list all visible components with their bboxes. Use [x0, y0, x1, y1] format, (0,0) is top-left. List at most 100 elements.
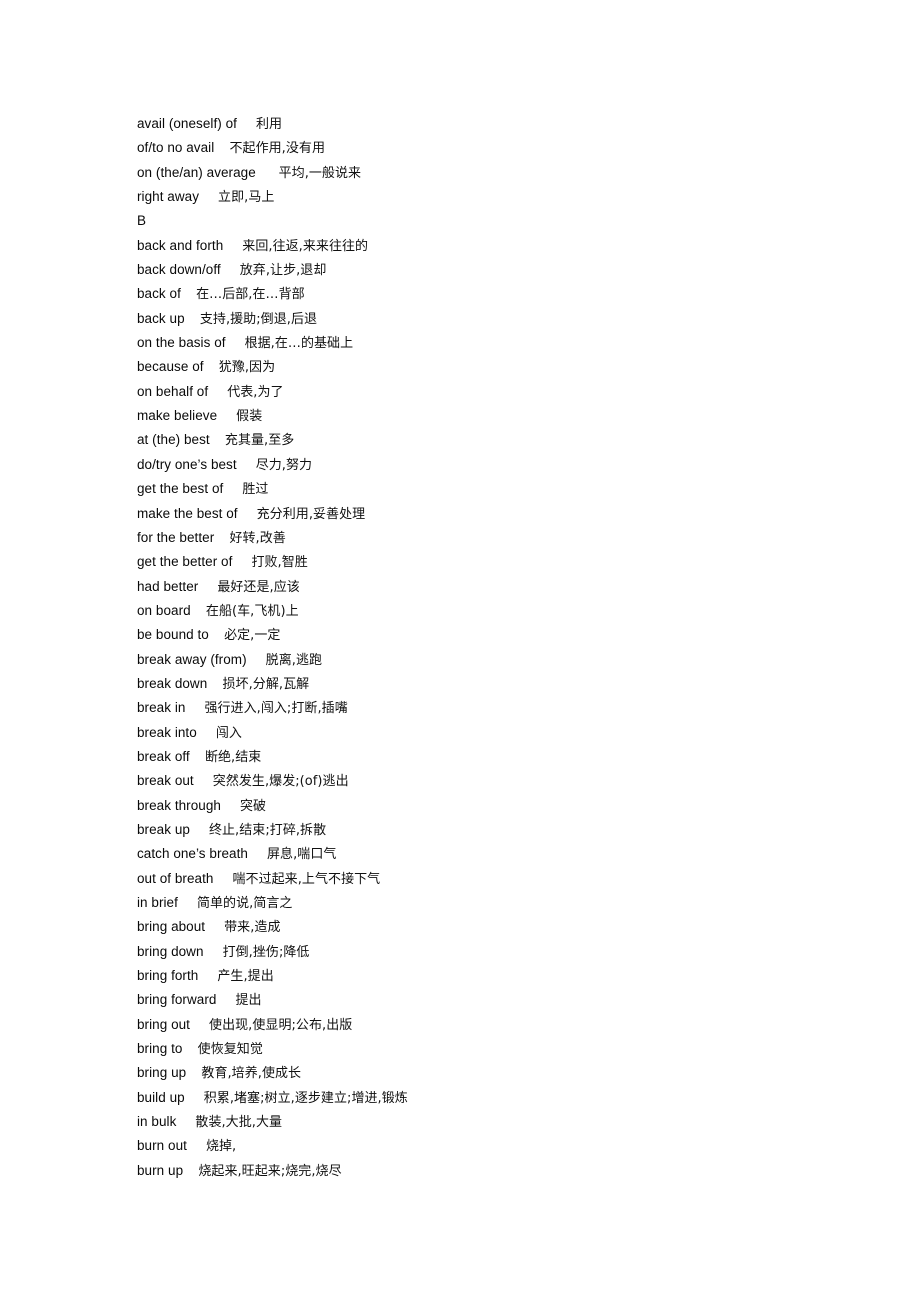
entry-term: bring up — [137, 1065, 187, 1081]
entry-term: bring down — [137, 943, 204, 959]
entry-gloss: 立即,马上 — [218, 190, 275, 206]
entry-gloss: 利用 — [255, 117, 283, 132]
entry-gloss: 屏息,喘口气 — [267, 847, 337, 863]
entry-spacer — [237, 457, 256, 472]
vocabulary-entry: be bound to 必定,一定 — [137, 623, 920, 647]
entry-gloss: 损坏,分解,瓦解 — [222, 676, 310, 692]
entry-spacer — [214, 530, 229, 545]
entry-spacer — [221, 262, 240, 277]
vocabulary-entry: break up 终止,结束;打碎,拆散 — [137, 818, 920, 842]
entry-spacer — [190, 1017, 209, 1032]
vocabulary-entry: get the best of 胜过 — [137, 477, 920, 501]
entry-spacer — [176, 1114, 195, 1129]
entry-gloss: 烧起来,旺起来;烧完,烧尽 — [198, 1163, 342, 1179]
vocabulary-entry: on board 在船(车,飞机)上 — [137, 599, 920, 623]
entry-term: on (the/an) average — [137, 164, 256, 180]
entry-term: break off — [137, 748, 190, 764]
entry-term: bring about — [137, 919, 206, 935]
entry-term: do/try one’s best — [137, 456, 237, 472]
entry-spacer — [237, 116, 256, 131]
entry-term: back down/off — [137, 262, 221, 278]
entry-gloss: 脱离,逃跑 — [265, 652, 323, 668]
entry-term: on board — [137, 602, 191, 618]
entry-term: break up — [137, 821, 190, 837]
vocabulary-entry: of/to no avail 不起作用,没有用 — [137, 136, 920, 160]
entry-gloss: 简单的说,简言之 — [196, 896, 293, 911]
entry-spacer — [223, 238, 242, 253]
vocabulary-entry: out of breath 喘不过起来,上气不接下气 — [137, 867, 920, 891]
entry-spacer — [238, 506, 257, 521]
entry-spacer — [232, 554, 251, 569]
entry-term: build up — [137, 1089, 185, 1105]
entry-gloss: 不起作用,没有用 — [229, 141, 326, 157]
entry-term: bring out — [137, 1016, 190, 1032]
entry-spacer — [205, 919, 224, 934]
entry-gloss: 强行进入,闯入;打断,插嘴 — [204, 701, 348, 717]
entry-term: on behalf of — [137, 383, 209, 399]
entry-spacer — [190, 822, 209, 837]
entry-gloss: 烧掉, — [205, 1139, 237, 1155]
vocabulary-entry: break off 断绝,结束 — [137, 745, 920, 769]
entry-term: be bound to — [137, 627, 209, 643]
entry-term: bring to — [137, 1041, 183, 1057]
entry-spacer — [185, 1090, 204, 1105]
entry-term: get the best of — [137, 481, 224, 497]
entry-gloss: 闯入 — [215, 725, 242, 741]
entry-gloss: 突破 — [239, 798, 267, 814]
entry-gloss: 打倒,挫伤;降低 — [222, 944, 310, 960]
entry-gloss: 终止,结束;打碎,拆散 — [208, 822, 327, 838]
entry-term: make believe — [137, 408, 218, 424]
entry-term: back of — [137, 286, 181, 302]
entry-gloss: 必定,一定 — [224, 628, 281, 644]
entry-gloss: 代表,为了 — [227, 384, 284, 400]
entry-spacer — [187, 1138, 206, 1153]
entry-term: back and forth — [137, 237, 224, 253]
entry-term: burn up — [137, 1162, 184, 1178]
entry-spacer — [209, 627, 224, 642]
entry-gloss: 尽力,努力 — [255, 457, 313, 473]
section-letter: B — [137, 213, 147, 229]
entry-gloss: 假装 — [236, 409, 263, 425]
entry-spacer — [190, 749, 205, 764]
entry-term: at (the) best — [137, 432, 210, 448]
entry-spacer — [204, 944, 223, 959]
entry-spacer — [197, 725, 216, 740]
vocabulary-entry: on behalf of 代表,为了 — [137, 380, 920, 404]
vocabulary-entry: make believe 假装 — [137, 404, 920, 428]
entry-spacer — [182, 1041, 197, 1056]
document-page: avail (oneself) of 利用 of/to no avail 不起作用… — [0, 0, 920, 1302]
entry-spacer — [204, 359, 219, 374]
entry-term: for the better — [137, 529, 215, 545]
vocabulary-entry: do/try one’s best 尽力,努力 — [137, 453, 920, 477]
vocabulary-entry: avail (oneself) of 利用 — [137, 112, 920, 136]
vocabulary-entry: because of 犹豫,因为 — [137, 355, 920, 379]
vocabulary-entry: bring out 使出现,使显明;公布,出版 — [137, 1013, 920, 1037]
vocabulary-entry: at (the) best 充其量,至多 — [137, 428, 920, 452]
entry-spacer — [226, 335, 245, 350]
vocabulary-entry: break into 闯入 — [137, 721, 920, 745]
entry-term: of/to no avail — [137, 140, 215, 156]
entry-spacer — [247, 652, 266, 667]
section-letter-heading: B — [137, 209, 920, 233]
entry-term: in brief — [137, 895, 178, 910]
entry-term: break out — [137, 773, 194, 789]
entry-spacer — [217, 408, 236, 423]
vocabulary-entry: back and forth 来回,往返,来来往往的 — [137, 234, 920, 258]
vocabulary-entry: break out 突然发生,爆发;(of)逃出 — [137, 769, 920, 793]
entry-gloss: 断绝,结束 — [204, 749, 262, 765]
vocabulary-entry: bring forth 产生,提出 — [137, 964, 920, 988]
vocabulary-entry: on (the/an) average 平均,一般说来 — [137, 161, 920, 185]
vocabulary-entry: bring up 教育,培养,使成长 — [137, 1061, 920, 1085]
vocabulary-entry: back up 支持,援助;倒退,后退 — [137, 307, 920, 331]
entry-spacer — [198, 968, 217, 983]
entry-term: make the best of — [137, 505, 238, 521]
entry-spacer — [213, 871, 232, 886]
entry-gloss: 犹豫,因为 — [218, 360, 276, 376]
entry-spacer — [256, 165, 279, 180]
entry-spacer — [223, 481, 242, 496]
entry-gloss: 充分利用,妥善处理 — [256, 506, 366, 522]
entry-spacer — [181, 286, 196, 301]
entry-gloss: 打败,智胜 — [251, 555, 308, 571]
entry-term: get the better of — [137, 554, 233, 570]
entry-gloss: 突然发生,爆发;(of)逃出 — [212, 774, 349, 790]
